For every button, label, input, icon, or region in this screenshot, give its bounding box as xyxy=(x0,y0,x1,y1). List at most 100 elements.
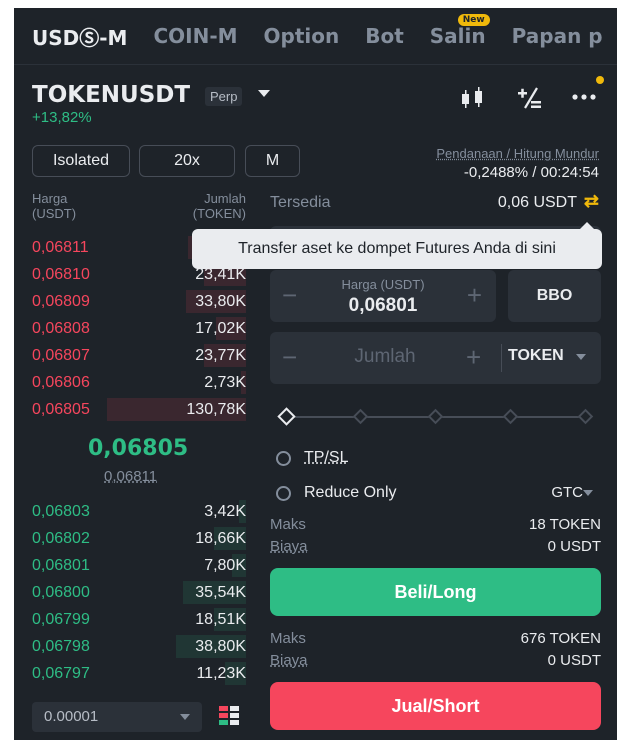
bid-quantity: 7,80K xyxy=(204,557,246,574)
calculator-icon[interactable] xyxy=(517,86,543,110)
sell-max-value: 676 TOKEN xyxy=(520,630,601,647)
bid-row[interactable]: 0,06802 18,66K xyxy=(14,525,264,552)
leverage-button[interactable]: 20x xyxy=(139,145,235,177)
symbol-selector[interactable]: TOKENUSDT xyxy=(32,82,190,108)
market-tabs: USDⓈ-M COIN-M Option Bot Salin New Papan… xyxy=(14,8,617,64)
bid-price: 0,06797 xyxy=(32,665,90,682)
price-input-label: Harga (USDT) xyxy=(341,277,425,292)
bid-row[interactable]: 0,06801 7,80K xyxy=(14,552,264,579)
tabs-divider xyxy=(14,64,617,65)
ask-row[interactable]: 0,06807 23,77K xyxy=(14,342,264,369)
ask-price: 0,06809 xyxy=(32,293,90,310)
funding-label[interactable]: Pendanaan / Hitung Mundur xyxy=(436,146,599,161)
new-badge: New xyxy=(457,14,490,26)
ask-row[interactable]: 0,06806 2,73K xyxy=(14,369,264,396)
tab-bot[interactable]: Bot xyxy=(365,24,404,48)
slider-mark-100[interactable] xyxy=(577,408,594,425)
ask-quantity: 17,02K xyxy=(195,320,246,337)
reduce-only-label[interactable]: Reduce Only xyxy=(304,484,397,502)
tab-papan[interactable]: Papan p xyxy=(512,24,603,48)
quantity-unit-divider xyxy=(501,344,502,372)
sell-cost-label[interactable]: Biaya xyxy=(270,652,308,669)
available-value: 0,06 USDT xyxy=(497,194,577,211)
notification-dot xyxy=(596,76,604,84)
precision-value: 0.00001 xyxy=(44,708,99,725)
chevron-down-icon[interactable] xyxy=(258,90,270,97)
chevron-down-icon[interactable] xyxy=(583,490,593,496)
bid-price: 0,06802 xyxy=(32,530,90,547)
bid-quantity: 35,54K xyxy=(195,584,246,601)
orderbook-qty-header: Jumlah (TOKEN) xyxy=(193,191,246,221)
orderbook-price-header: Harga (USDT) xyxy=(32,191,76,221)
price-input-value[interactable]: 0,06801 xyxy=(270,295,496,317)
ask-row[interactable]: 0,06808 17,02K xyxy=(14,315,264,342)
quantity-unit-select[interactable]: TOKEN xyxy=(508,347,564,365)
sell-short-button[interactable]: Jual/Short xyxy=(270,682,601,730)
sell-cost-value: 0 USDT xyxy=(547,652,601,669)
tab-coin-m[interactable]: COIN-M xyxy=(153,24,237,48)
orderbook-layout-icon[interactable] xyxy=(219,706,239,726)
quantity-placeholder[interactable]: Jumlah xyxy=(330,346,440,368)
slider-mark-75[interactable] xyxy=(502,408,519,425)
ask-quantity: 33,80K xyxy=(195,293,246,310)
tpsl-checkbox[interactable] xyxy=(276,451,291,466)
qty-header-unit: (TOKEN) xyxy=(192,206,246,221)
bbo-button[interactable]: BBO xyxy=(508,270,601,322)
margin-mode-button[interactable]: Isolated xyxy=(32,145,130,177)
available-label: Tersedia xyxy=(270,194,331,211)
asset-mode-button[interactable]: M xyxy=(245,145,300,177)
ask-price: 0,06811 xyxy=(32,239,89,256)
buy-long-button[interactable]: Beli/Long xyxy=(270,568,601,616)
ask-quantity: 23,77K xyxy=(195,347,246,364)
ask-quantity: 130,78K xyxy=(186,401,246,418)
contract-type-badge: Perp xyxy=(205,87,243,106)
transfer-tooltip[interactable]: Transfer aset ke dompet Futures Anda di … xyxy=(192,222,602,269)
slider-mark-25[interactable] xyxy=(352,408,369,425)
price-input[interactable]: − Harga (USDT) 0,06801 + xyxy=(270,270,496,322)
more-icon[interactable] xyxy=(571,92,597,102)
chevron-down-icon[interactable] xyxy=(576,354,586,360)
sell-max-label: Maks xyxy=(270,630,306,647)
price-increase-button[interactable]: + xyxy=(467,280,482,311)
bid-row[interactable]: 0,06800 35,54K xyxy=(14,579,264,606)
time-in-force-select[interactable]: GTC xyxy=(551,484,583,501)
quantity-increase-button[interactable]: + xyxy=(466,342,481,373)
reduce-only-checkbox[interactable] xyxy=(276,486,291,501)
ask-row[interactable]: 0,06809 33,80K xyxy=(14,288,264,315)
ask-price: 0,06808 xyxy=(32,320,90,337)
ask-price: 0,06810 xyxy=(32,266,90,283)
slider-handle[interactable] xyxy=(277,407,296,426)
candlestick-chart-icon[interactable] xyxy=(459,86,487,110)
quantity-input[interactable]: − Jumlah + TOKEN xyxy=(270,332,601,384)
bid-row[interactable]: 0,06798 38,80K xyxy=(14,633,264,660)
precision-select[interactable]: 0.00001 xyxy=(32,702,202,732)
buy-cost-label[interactable]: Biaya xyxy=(270,538,308,555)
bid-quantity: 3,42K xyxy=(204,503,246,520)
bid-price: 0,06798 xyxy=(32,638,90,655)
tpsl-label[interactable]: TP/SL xyxy=(304,449,348,467)
price-header-label: Harga xyxy=(32,191,68,206)
tab-option[interactable]: Option xyxy=(264,24,340,48)
quantity-decrease-button[interactable]: − xyxy=(282,342,297,373)
bid-price: 0,06801 xyxy=(32,557,90,574)
bid-price: 0,06803 xyxy=(32,503,90,520)
bid-row[interactable]: 0,06803 3,42K xyxy=(14,498,264,525)
qty-header-label: Jumlah xyxy=(204,191,246,206)
ask-price: 0,06807 xyxy=(32,347,90,364)
ask-row[interactable]: 0,06805 130,78K xyxy=(14,396,264,423)
price-change: +13,82% xyxy=(32,109,92,126)
slider-mark-50[interactable] xyxy=(427,408,444,425)
mark-price[interactable]: 0,06811 xyxy=(104,468,157,485)
ask-quantity: 2,73K xyxy=(204,374,246,391)
buy-cost-value: 0 USDT xyxy=(547,538,601,555)
bid-quantity: 11,23K xyxy=(196,665,246,682)
bid-row[interactable]: 0,06799 18,51K xyxy=(14,606,264,633)
bid-price: 0,06799 xyxy=(32,611,90,628)
price-header-unit: (USDT) xyxy=(32,206,77,221)
bid-quantity: 18,66K xyxy=(195,530,246,547)
bid-quantity: 18,51K xyxy=(195,611,246,628)
bid-row[interactable]: 0,06797 11,23K xyxy=(14,660,264,687)
tab-salin[interactable]: Salin New xyxy=(430,14,490,48)
transfer-icon[interactable]: ⇄ xyxy=(584,191,599,212)
tab-usds-m[interactable]: USDⓈ-M xyxy=(32,22,127,51)
